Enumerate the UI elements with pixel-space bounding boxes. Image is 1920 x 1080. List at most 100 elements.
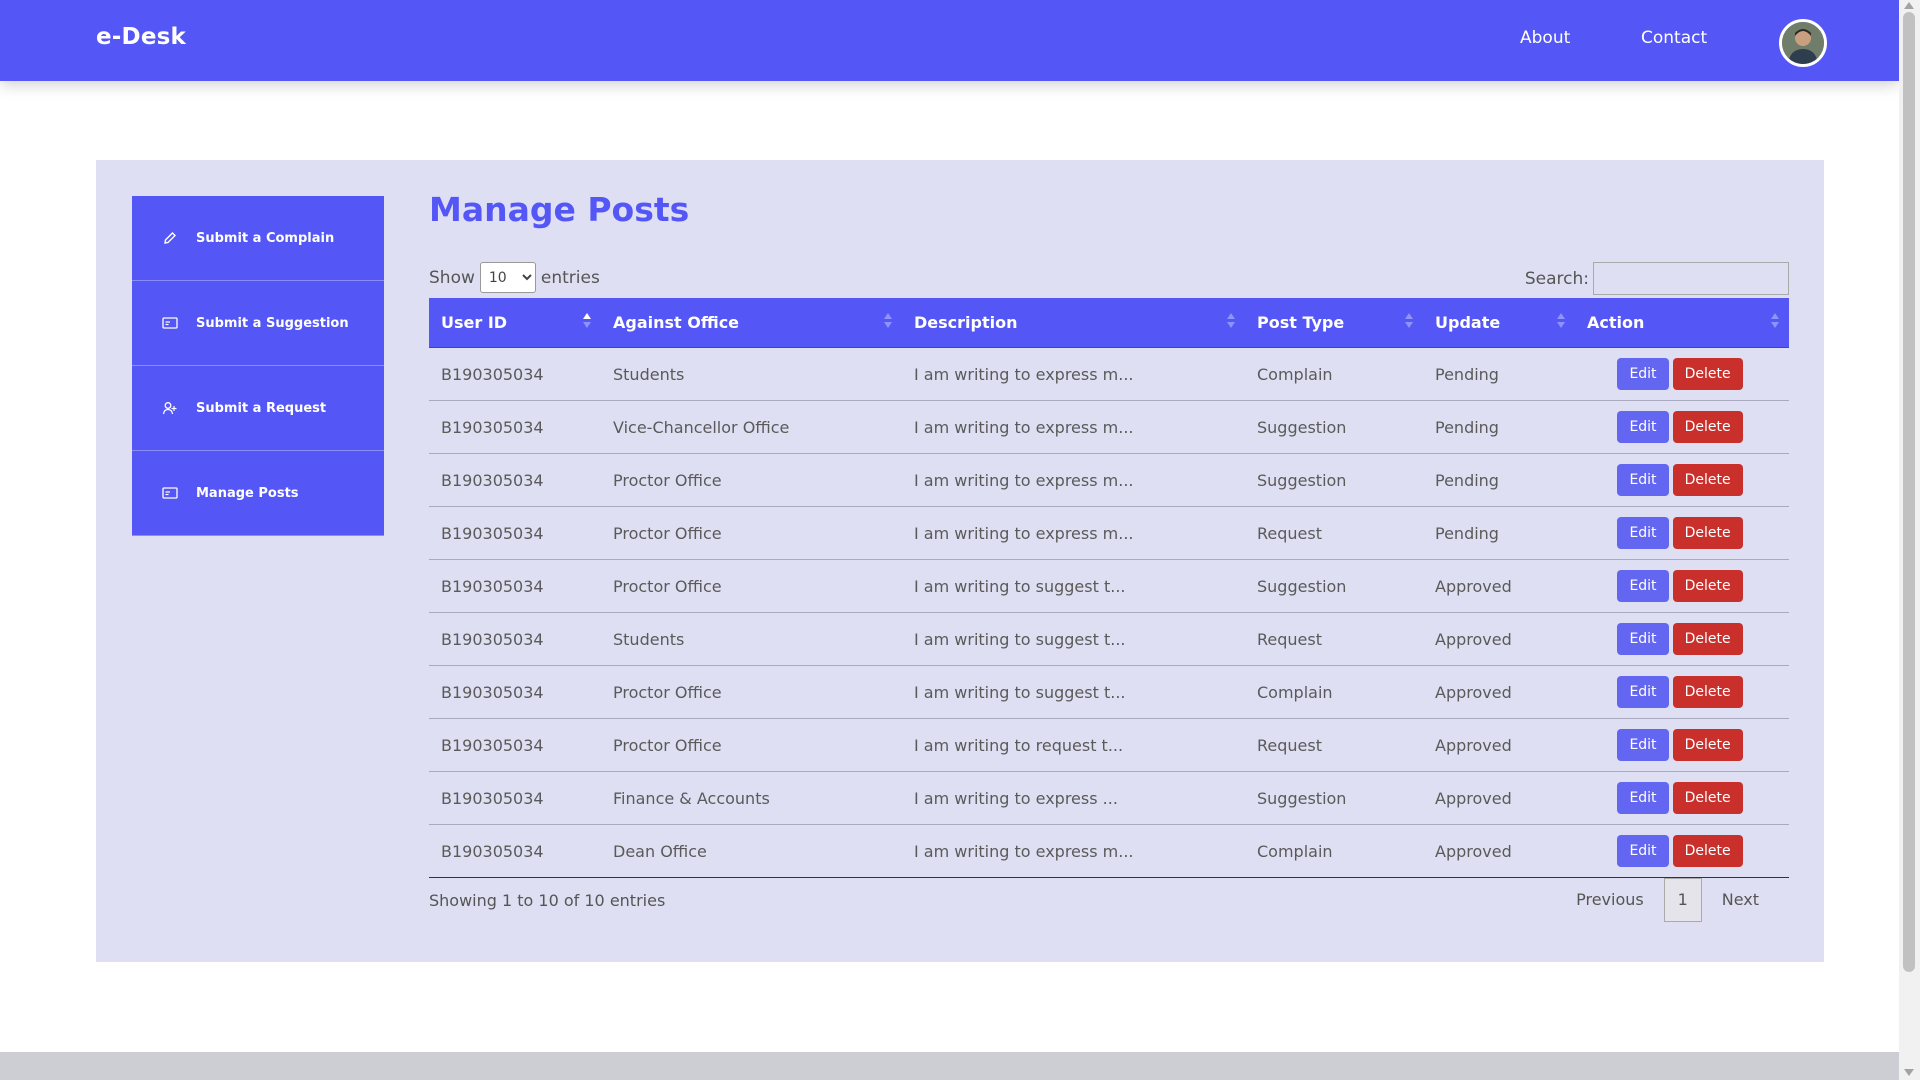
cell-post-type: Complain [1245, 347, 1423, 401]
delete-button[interactable]: Delete [1672, 676, 1743, 708]
edit-button[interactable]: Edit [1617, 835, 1669, 867]
column-header-action[interactable]: Action [1575, 298, 1789, 348]
column-header-user-id[interactable]: User ID [429, 298, 601, 348]
cell-user-id: B190305034 [429, 665, 601, 719]
edit-button[interactable]: Edit [1617, 570, 1669, 602]
cell-user-id: B190305034 [429, 347, 601, 401]
cell-update: Pending [1423, 453, 1575, 507]
sidebar-menu: Submit a Complain Submit a Suggestion Su… [132, 196, 384, 536]
nav-about-link[interactable]: About [1520, 28, 1570, 48]
sort-icon [884, 313, 892, 331]
page-length-control: Show 10 entries [429, 262, 600, 293]
card-icon [160, 317, 180, 329]
column-header-against-office[interactable]: Against Office [601, 298, 902, 348]
cell-user-id: B190305034 [429, 400, 601, 454]
cell-description: I am writing to express m... [902, 453, 1245, 507]
column-header-update[interactable]: Update [1423, 298, 1575, 348]
cell-description: I am writing to express m... [902, 824, 1245, 878]
edit-button[interactable]: Edit [1617, 782, 1669, 814]
table-info: Showing 1 to 10 of 10 entries [429, 891, 666, 910]
cell-user-id: B190305034 [429, 506, 601, 560]
cell-post-type: Request [1245, 718, 1423, 772]
show-label: Show [429, 267, 475, 288]
nav-contact-link[interactable]: Contact [1641, 28, 1707, 48]
pagination-previous[interactable]: Previous [1562, 878, 1658, 922]
edit-button[interactable]: Edit [1617, 623, 1669, 655]
sort-icon [1405, 313, 1413, 331]
cell-actions: Edit Delete [1575, 718, 1789, 772]
cell-post-type: Complain [1245, 824, 1423, 878]
brand-logo[interactable]: e-Desk [96, 24, 186, 50]
table-row: B190305034 Vice-Chancellor Office I am w… [429, 400, 1789, 454]
pagination-next[interactable]: Next [1708, 878, 1773, 922]
cell-office: Proctor Office [601, 559, 902, 613]
cell-office: Students [601, 347, 902, 401]
delete-button[interactable]: Delete [1672, 835, 1743, 867]
cell-update: Approved [1423, 612, 1575, 666]
sidebar-item-submit-complain[interactable]: Submit a Complain [132, 196, 384, 281]
top-navbar: e-Desk About Contact [0, 0, 1899, 81]
page-scrollbar[interactable] [1899, 0, 1920, 1080]
cell-office: Students [601, 612, 902, 666]
table-row: B190305034 Proctor Office I am writing t… [429, 665, 1789, 719]
search-input[interactable] [1593, 262, 1789, 295]
user-avatar[interactable] [1779, 19, 1827, 67]
cell-post-type: Suggestion [1245, 559, 1423, 613]
cell-user-id: B190305034 [429, 718, 601, 772]
delete-button[interactable]: Delete [1672, 729, 1743, 761]
scroll-down-arrow-icon[interactable] [1904, 1069, 1914, 1076]
delete-button[interactable]: Delete [1672, 411, 1743, 443]
footer [0, 1052, 1899, 1080]
sidebar-item-label: Submit a Complain [196, 230, 335, 246]
edit-button[interactable]: Edit [1617, 411, 1669, 443]
cell-update: Approved [1423, 718, 1575, 772]
sidebar-item-label: Submit a Request [196, 400, 327, 416]
edit-button[interactable]: Edit [1617, 676, 1669, 708]
cell-description: I am writing to express ... [902, 771, 1245, 825]
table-row: B190305034 Students I am writing to expr… [429, 347, 1789, 401]
cell-post-type: Request [1245, 612, 1423, 666]
cell-office: Proctor Office [601, 453, 902, 507]
cell-post-type: Suggestion [1245, 771, 1423, 825]
cell-user-id: B190305034 [429, 824, 601, 878]
cell-office: Finance & Accounts [601, 771, 902, 825]
pencil-icon [160, 231, 180, 245]
sidebar-item-label: Submit a Suggestion [196, 315, 349, 331]
delete-button[interactable]: Delete [1672, 782, 1743, 814]
card-icon [160, 487, 180, 499]
dashboard-panel: Submit a Complain Submit a Suggestion Su… [96, 160, 1824, 962]
edit-button[interactable]: Edit [1617, 729, 1669, 761]
sidebar-item-submit-request[interactable]: Submit a Request [132, 366, 384, 451]
cell-actions: Edit Delete [1575, 665, 1789, 719]
cell-post-type: Complain [1245, 665, 1423, 719]
table-row: B190305034 Proctor Office I am writing t… [429, 506, 1789, 560]
cell-post-type: Request [1245, 506, 1423, 560]
delete-button[interactable]: Delete [1672, 464, 1743, 496]
column-header-description[interactable]: Description [902, 298, 1245, 348]
sidebar-item-submit-suggestion[interactable]: Submit a Suggestion [132, 281, 384, 366]
scrollbar-thumb[interactable] [1903, 12, 1915, 972]
delete-button[interactable]: Delete [1672, 358, 1743, 390]
table-controls: Show 10 entries Search: [429, 262, 1789, 295]
sort-icon [1227, 313, 1235, 331]
scroll-up-arrow-icon[interactable] [1904, 2, 1914, 9]
column-header-post-type[interactable]: Post Type [1245, 298, 1423, 348]
table-row: B190305034 Proctor Office I am writing t… [429, 718, 1789, 772]
table-header-row: User ID Against Office Description Post … [429, 298, 1789, 348]
delete-button[interactable]: Delete [1672, 570, 1743, 602]
cell-update: Approved [1423, 559, 1575, 613]
delete-button[interactable]: Delete [1672, 517, 1743, 549]
pagination-page-current[interactable]: 1 [1663, 878, 1702, 922]
cell-description: I am writing to express m... [902, 347, 1245, 401]
cell-user-id: B190305034 [429, 612, 601, 666]
page-length-select[interactable]: 10 [479, 262, 536, 293]
cell-office: Vice-Chancellor Office [601, 400, 902, 454]
cell-office: Dean Office [601, 824, 902, 878]
edit-button[interactable]: Edit [1617, 358, 1669, 390]
cell-description: I am writing to request t... [902, 718, 1245, 772]
edit-button[interactable]: Edit [1617, 464, 1669, 496]
sidebar-item-manage-posts[interactable]: Manage Posts [132, 451, 384, 536]
edit-button[interactable]: Edit [1617, 517, 1669, 549]
delete-button[interactable]: Delete [1672, 623, 1743, 655]
sort-icon [1557, 313, 1565, 331]
